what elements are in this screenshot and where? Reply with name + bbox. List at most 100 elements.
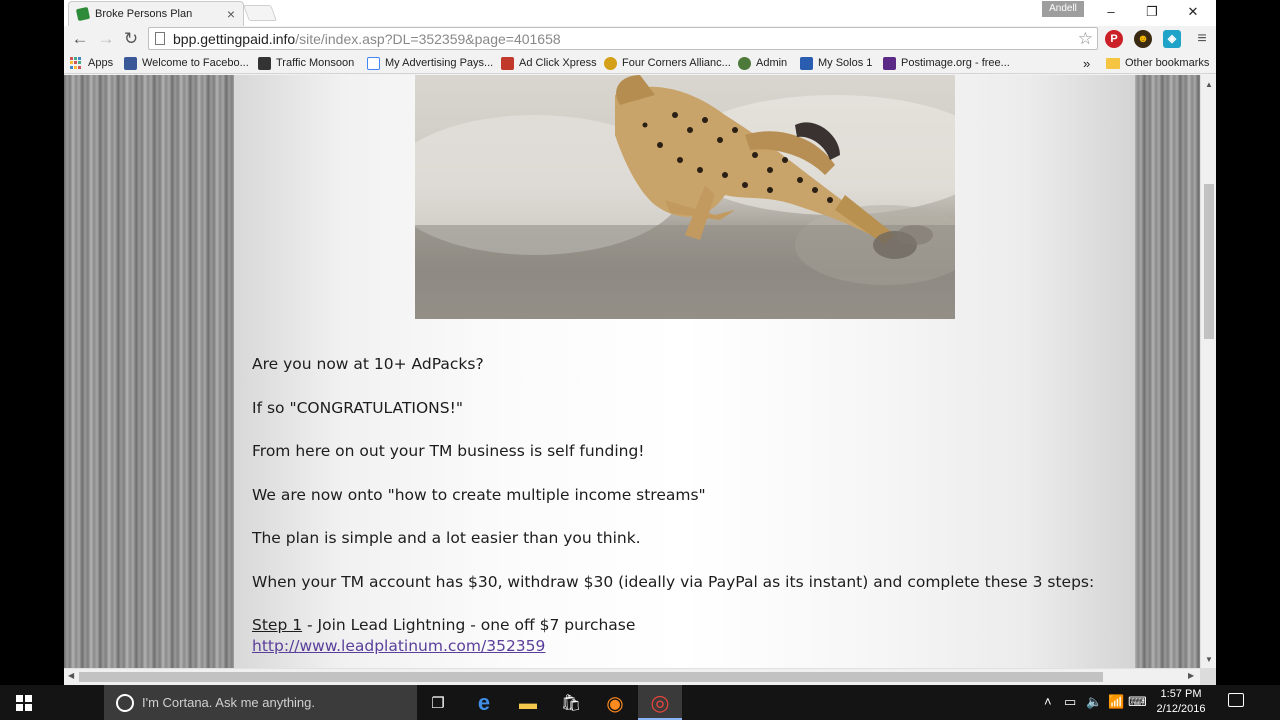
bookmark-my-solos[interactable]: My Solos 1 (800, 55, 872, 71)
address-bar[interactable]: bpp.gettingpaid.info/site/index.asp?DL=3… (148, 27, 1098, 50)
tab-close-icon[interactable]: × (227, 6, 235, 22)
bookmarks-overflow-button[interactable]: » (1083, 55, 1090, 71)
firefox-icon[interactable]: ◉ (602, 690, 628, 716)
cortana-search-box[interactable]: I'm Cortana. Ask me anything. (104, 685, 417, 720)
browser-toolbar: ← → ↻ bpp.gettingpaid.info/site/index.as… (64, 26, 1216, 52)
scroll-left-icon[interactable]: ◀ (68, 671, 74, 680)
horizontal-scrollbar[interactable]: ◀ ▶ (64, 668, 1200, 685)
chrome-taskbar-button[interactable]: ◎ (638, 685, 682, 720)
four-corners-icon (604, 56, 617, 70)
paragraph-plan-simple: The plan is simple and a lot easier than… (252, 529, 641, 547)
bookmark-admin[interactable]: Admin (738, 55, 787, 71)
tab-title: Broke Persons Plan (95, 8, 193, 20)
pinterest-icon[interactable]: P (1105, 30, 1123, 48)
apps-grid-icon (70, 57, 82, 69)
chrome-icon: ◎ (650, 690, 670, 715)
tab-strip: Broke Persons Plan × Andell – ❐ ✕ (64, 0, 1216, 26)
bookmark-label: Four Corners Allianc... (622, 57, 731, 69)
page-icon (155, 32, 165, 45)
bookmark-label: Ad Click Xpress (519, 57, 597, 69)
bookmark-label: Admin (756, 57, 788, 69)
cheetah-image (415, 75, 955, 319)
ad-click-xpress-icon (501, 56, 514, 70)
system-clock[interactable]: 1:57 PM 2/12/2016 (1146, 687, 1216, 717)
start-button[interactable] (0, 685, 48, 720)
scroll-down-icon[interactable]: ▼ (1205, 655, 1213, 664)
desktop: Broke Persons Plan × Andell – ❐ ✕ ← → ↻ … (0, 0, 1280, 720)
bookmark-postimage[interactable]: Postimage.org - free... (883, 55, 1010, 71)
paragraph-adpacks: Are you now at 10+ AdPacks? (252, 355, 484, 373)
paragraph-congratulations: If so "CONGRATULATIONS!" (252, 398, 463, 417)
task-view-icon[interactable]: ❐ (425, 690, 451, 716)
bookmark-traffic-monsoon[interactable]: Traffic Monsoon (258, 55, 354, 71)
scroll-up-icon[interactable]: ▲ (1205, 80, 1213, 89)
page-viewport: Are you now at 10+ AdPacks? If so "CONGR… (64, 75, 1200, 668)
bookmarks-bar: Apps Welcome to Facebo... Traffic Monsoo… (64, 52, 1216, 74)
step-1-label: Step 1 (252, 616, 303, 634)
google-icon (367, 56, 380, 70)
my-solos-icon (800, 56, 813, 70)
content-panel: Are you now at 10+ AdPacks? If so "CONGR… (234, 75, 1135, 668)
chrome-menu-icon[interactable]: ≡ (1194, 28, 1210, 50)
bookmark-label: Traffic Monsoon (276, 57, 355, 69)
edge-icon[interactable]: e (471, 690, 497, 716)
bookmark-label: Apps (88, 57, 114, 69)
scroll-right-icon[interactable]: ▶ (1188, 671, 1194, 680)
profile-button[interactable]: Andell (1042, 1, 1084, 17)
battery-icon[interactable]: ▭ (1064, 694, 1076, 710)
bookmark-apps[interactable]: Apps (70, 55, 113, 71)
url-path: /site/index.asp?DL=352359&page=401658 (295, 30, 561, 47)
step-1: Step 1 - Join Lead Lightning - one off $… (252, 616, 1112, 635)
bookmark-my-advertising[interactable]: My Advertising Pays... (367, 55, 493, 71)
action-center-icon[interactable] (1228, 693, 1244, 707)
horizontal-scroll-thumb[interactable] (79, 672, 1103, 682)
other-bookmarks-label: Other bookmarks (1125, 57, 1210, 69)
smiley-extension-icon[interactable]: ☻ (1134, 30, 1152, 48)
chrome-window: Broke Persons Plan × Andell – ❐ ✕ ← → ↻ … (64, 0, 1216, 685)
close-window-button[interactable]: ✕ (1178, 2, 1208, 22)
cortana-icon (116, 693, 134, 712)
scrollbar-corner (1200, 668, 1216, 685)
cortana-placeholder: I'm Cortana. Ask me anything. (142, 695, 316, 710)
wifi-icon[interactable]: 📶 (1108, 694, 1124, 710)
lead-platinum-link[interactable]: http://www.leadplatinum.com/352359 (252, 637, 1112, 655)
volume-icon[interactable]: 🔈 (1086, 694, 1102, 710)
minimize-button[interactable]: – (1096, 2, 1126, 22)
bookmark-label: Postimage.org - free... (901, 57, 1010, 69)
facebook-icon (124, 56, 137, 70)
desktop-left-edge (0, 0, 64, 685)
reload-button[interactable]: ↻ (120, 28, 142, 50)
store-icon[interactable]: 🛍 (558, 690, 584, 716)
tray-overflow-icon[interactable]: ˄ (1044, 694, 1052, 709)
bookmark-four-corners[interactable]: Four Corners Allianc... (604, 55, 731, 71)
bookmark-label: My Advertising Pays... (385, 57, 494, 69)
bookmark-facebook[interactable]: Welcome to Facebo... (124, 55, 249, 71)
folder-icon (1106, 57, 1120, 69)
back-button[interactable]: ← (69, 28, 91, 50)
new-tab-button[interactable] (243, 5, 277, 21)
bookmark-ad-click-xpress[interactable]: Ad Click Xpress (501, 55, 597, 71)
other-bookmarks[interactable]: Other bookmarks (1106, 55, 1209, 71)
admin-icon (738, 56, 751, 70)
bookmark-label: My Solos 1 (818, 57, 873, 69)
dollar-favicon-icon (75, 6, 91, 22)
step-1-text: - Join Lead Lightning - one off $7 purch… (302, 616, 636, 634)
clock-time: 1:57 PM (1160, 688, 1202, 700)
windows-logo-icon (16, 694, 32, 711)
vertical-scroll-thumb[interactable] (1204, 184, 1214, 339)
paragraph-income-streams: We are now onto "how to create multiple … (252, 485, 706, 504)
keyboard-icon[interactable]: ⌨ (1128, 694, 1147, 710)
restore-button[interactable]: ❐ (1137, 2, 1167, 22)
clock-date: 2/12/2016 (1156, 703, 1206, 715)
forward-button[interactable]: → (95, 28, 117, 50)
bookmark-label: Welcome to Facebo... (142, 57, 249, 69)
paragraph-self-funding: From here on out your TM business is sel… (252, 442, 645, 460)
bookmark-star-icon[interactable]: ☆ (1078, 29, 1093, 49)
diamond-extension-icon[interactable]: ◈ (1163, 30, 1181, 48)
paragraph-withdraw: When your TM account has $30, withdraw $… (252, 572, 1095, 591)
file-explorer-icon[interactable]: ▬ (515, 690, 541, 716)
vertical-scrollbar[interactable]: ▲ ▼ (1200, 75, 1216, 668)
tab-broke-persons-plan[interactable]: Broke Persons Plan × (68, 1, 244, 26)
article-text: Are you now at 10+ AdPacks? If so "CONGR… (252, 355, 1112, 655)
traffic-monsoon-icon (258, 56, 271, 70)
